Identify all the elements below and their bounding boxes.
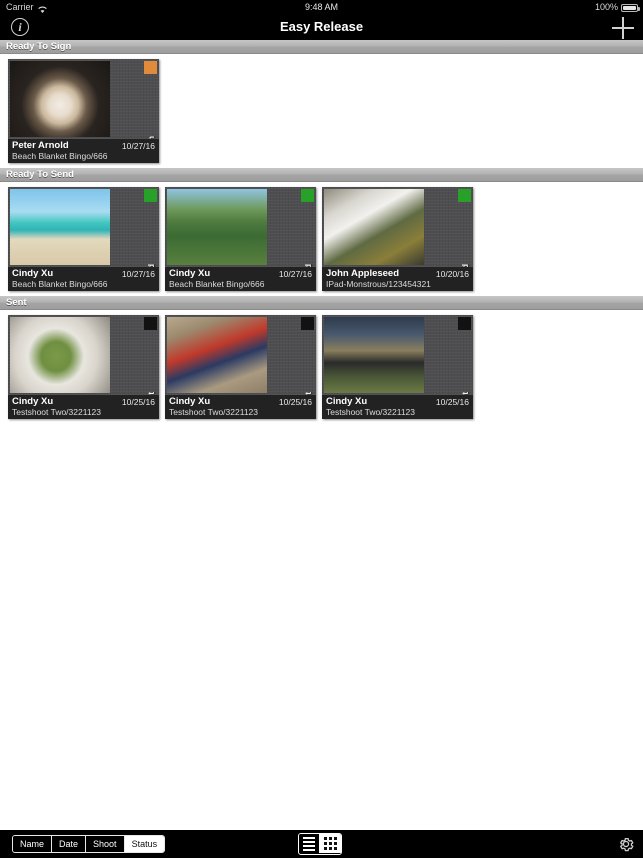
release-date: 10/27/16 [121,140,155,151]
card-row: Ready To SignPeter Arnold 10/27/16 Beach B… [0,54,643,168]
release-thumbnail [324,317,424,393]
card-body: Sent [322,315,473,395]
release-thumbnail [167,317,267,393]
release-date: 10/25/16 [278,396,312,407]
card-footer: Peter Arnold 10/27/16 Beach Blanket Bingo/… [8,139,159,163]
status-bar-time: 9:48 AM [304,2,339,12]
release-name: Peter Arnold [12,140,69,151]
section-header: Ready To Send [0,168,643,182]
release-name: Cindy Xu [169,268,211,279]
card-row: SentCindy Xu10/25/16Testshoot Two/322112… [0,310,643,424]
release-date: 10/25/16 [121,396,155,407]
bottom-toolbar: Name Date Shoot Status [0,830,643,858]
release-name: Cindy Xu [12,268,54,279]
section-header: Sent [0,296,643,310]
view-mode-toggle[interactable] [298,833,342,855]
card-row: Ready To SendCindy Xu10/27/16Beach Blank… [0,182,643,296]
card-body: Ready To Send [322,187,473,267]
release-shoot: Testshoot Two/3221123 [12,407,102,417]
status-bar: 9:48 AM Carrier 100% [0,0,643,14]
sort-option-name[interactable]: Name [13,836,53,852]
card-body: Ready To Sign [8,59,159,139]
wifi-icon [37,4,47,13]
release-card[interactable]: Ready To SendCindy Xu 10/27/16 Beach Blank… [8,187,159,291]
release-date: 10/27/16 [278,268,312,279]
card-body: Ready To Send [8,187,159,267]
list-view-button[interactable] [299,834,320,853]
grid-view-icon [324,837,337,850]
thumbnail-art [324,189,424,265]
carrier-label: Carrier [6,2,34,12]
release-name: Cindy Xu [169,396,211,407]
thumbnail-art [324,317,424,393]
release-card[interactable]: SentCindy Xu 10/25/16 Testshoot Two/322112… [165,315,316,419]
add-release-button[interactable] [612,17,634,39]
list-view-icon [303,836,315,851]
release-thumbnail [324,189,424,265]
status-color-chip [301,189,314,202]
card-footer: Cindy Xu 10/27/16 Beach Blanket Bingo/666 [165,267,316,291]
settings-button[interactable] [617,835,635,853]
release-shoot: Beach Blanket Bingo/666 [12,279,108,289]
releases-list: Ready To SignReady To SignPeter Arnold10… [0,40,643,830]
release-shoot: Testshoot Two/3221123 [326,407,416,417]
status-bar-left: Carrier [6,0,47,14]
release-date: 10/25/16 [435,396,469,407]
navigation-bar: i Easy Release [0,14,643,40]
card-footer: Cindy Xu 10/25/16 Testshoot Two/3221123 [165,395,316,419]
thumbnail-art [167,189,267,265]
release-shoot: Beach Blanket Bingo/666 [169,279,265,289]
gear-icon [620,837,634,852]
status-color-chip [458,189,471,202]
release-shoot: IPad-Monstrous/123454321 [326,279,431,289]
thumbnail-art [10,189,110,265]
card-body: Sent [165,315,316,395]
release-shoot: Testshoot Two/3221123 [169,407,259,417]
release-card[interactable]: Ready To SignPeter Arnold 10/27/16 Beach B… [8,59,159,163]
release-card[interactable]: SentCindy Xu 10/25/16 Testshoot Two/322112… [8,315,159,419]
release-thumbnail [10,317,110,393]
status-color-chip [301,317,314,330]
release-thumbnail [10,189,110,265]
release-date: 10/27/16 [121,268,155,279]
sort-option-status[interactable]: Status [124,836,165,852]
card-footer: Cindy Xu 10/27/16 Beach Blanket Bingo/666 [8,267,159,291]
release-date: 10/20/16 [435,268,469,279]
release-card[interactable]: Ready To SendJohn Appleseed 10/20/16 IPad-… [322,187,473,291]
sort-option-date[interactable]: Date [52,836,87,852]
release-name: Cindy Xu [12,396,54,407]
card-footer: Cindy Xu 10/25/16 Testshoot Two/3221123 [8,395,159,419]
sort-segmented-control[interactable]: Name Date Shoot Status [12,835,166,853]
release-name: John Appleseed [326,268,400,279]
card-body: Sent [8,315,159,395]
release-shoot: Beach Blanket Bingo/666 [12,151,108,161]
card-body: Ready To Send [165,187,316,267]
battery-percent-label: 100% [594,2,618,12]
release-card[interactable]: Ready To SendCindy Xu 10/27/16 Beach Blank… [165,187,316,291]
battery-icon [621,4,640,12]
status-color-chip [458,317,471,330]
status-color-chip [144,61,157,74]
release-thumbnail [167,189,267,265]
thumbnail-art [10,61,110,137]
card-footer: Cindy Xu 10/25/16 Testshoot Two/3221123 [322,395,473,419]
status-color-chip [144,189,157,202]
release-name: Cindy Xu [326,396,368,407]
card-footer: John Appleseed 10/20/16 IPad-Monstrous/123… [322,267,473,291]
release-card[interactable]: SentCindy Xu 10/25/16 Testshoot Two/322112… [322,315,473,419]
thumbnail-art [10,317,110,393]
page-title: Easy Release [279,19,364,34]
status-color-chip [144,317,157,330]
sort-option-shoot[interactable]: Shoot [86,836,125,852]
thumbnail-art [167,317,267,393]
release-thumbnail [10,61,110,137]
grid-view-button[interactable] [320,834,341,853]
section-header: Ready To Sign [0,40,643,54]
status-bar-right: 100% [594,0,640,14]
